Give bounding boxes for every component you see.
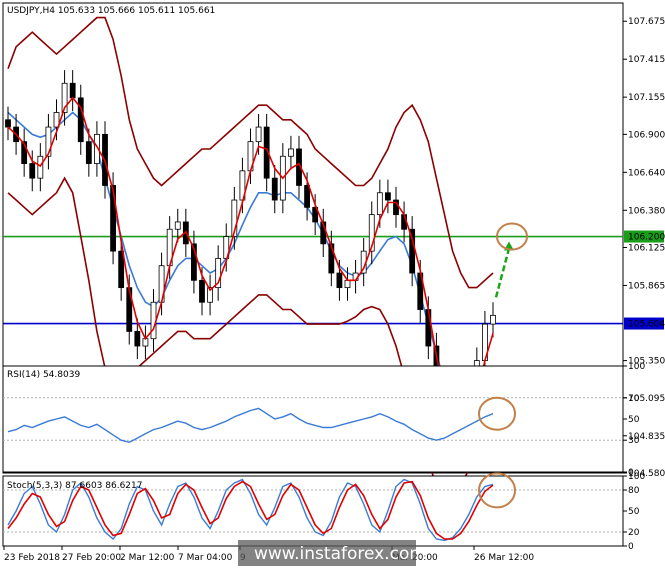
stoch-tick-label: 80: [628, 486, 640, 496]
main-y-tick-label: 106.125: [628, 243, 665, 253]
candle-body: [5, 119, 11, 128]
candle-body: [110, 185, 116, 252]
main-title: USDJPY,H4 105.633 105.666 105.611 105.66…: [7, 6, 215, 16]
candle-body: [118, 250, 125, 289]
rsi-frame: [2, 365, 624, 473]
stoch-title: Stoch(5,3,3) 87.6603 86.6217: [7, 481, 142, 491]
rsi-panel: 1007050300: [2, 362, 645, 478]
candle-body: [288, 148, 294, 157]
rsi-tick-label: 70: [628, 394, 640, 404]
candle-body: [425, 309, 432, 347]
level-price-label: 106.200: [628, 233, 665, 243]
main-y-tick-label: 107.155: [628, 93, 665, 103]
main-y-tick-label: 106.900: [628, 130, 665, 140]
candle-body: [199, 279, 205, 303]
level-price-label: 105.604: [628, 320, 665, 330]
x-tick-label: 7 Mar 04:00: [178, 553, 233, 563]
candle-body: [37, 155, 44, 179]
x-tick-label: 23 Feb 2018: [4, 553, 60, 563]
candle-body: [385, 192, 391, 201]
main-y-tick-label: 106.640: [628, 168, 665, 178]
chart-svg: 107.675 107.415 107.155 106.900 106.640 106.3…: [2, 2, 665, 566]
candle-body: [29, 163, 36, 179]
stoch-tick-label: 100: [628, 472, 645, 482]
main-y-tick-label: 107.415: [628, 55, 665, 65]
candle-body: [304, 185, 310, 208]
candle-body: [490, 314, 496, 325]
candle-body: [336, 272, 343, 289]
candle-body: [344, 279, 351, 289]
rsi-tick-label: 100: [628, 362, 645, 372]
watermark-text: www.instaforex.com: [254, 544, 426, 564]
candle-body: [271, 177, 278, 201]
candle-body: [69, 82, 76, 99]
candle-body: [376, 192, 383, 216]
candle-body: [85, 141, 92, 164]
x-tick-label: 2 Mar 12:00: [120, 553, 175, 563]
rsi-tick-label: 30: [628, 436, 640, 446]
stoch-tick-label: 50: [628, 507, 640, 517]
rsi-title: RSI(14) 54.8039: [7, 370, 80, 380]
chart-root: 107.675 107.415 107.155 106.900 106.640 106.3…: [0, 0, 665, 568]
main-y-tick-label: 106.380: [628, 206, 665, 216]
watermark: www.instaforex.com: [238, 540, 426, 566]
x-tick-label: 27 Feb 20:00: [62, 553, 121, 563]
candle-body: [134, 331, 141, 347]
main-y-tick-label: 107.675: [628, 17, 665, 27]
candle-body: [255, 126, 262, 143]
main-y-tick-label: 105.865: [628, 281, 665, 291]
candle-body: [174, 221, 181, 230]
x-tick-label: 26 Mar 12:00: [474, 553, 534, 563]
stoch-tick-label: 0: [628, 542, 634, 552]
stoch-tick-label: 20: [628, 528, 640, 538]
rsi-tick-label: 50: [628, 415, 640, 425]
